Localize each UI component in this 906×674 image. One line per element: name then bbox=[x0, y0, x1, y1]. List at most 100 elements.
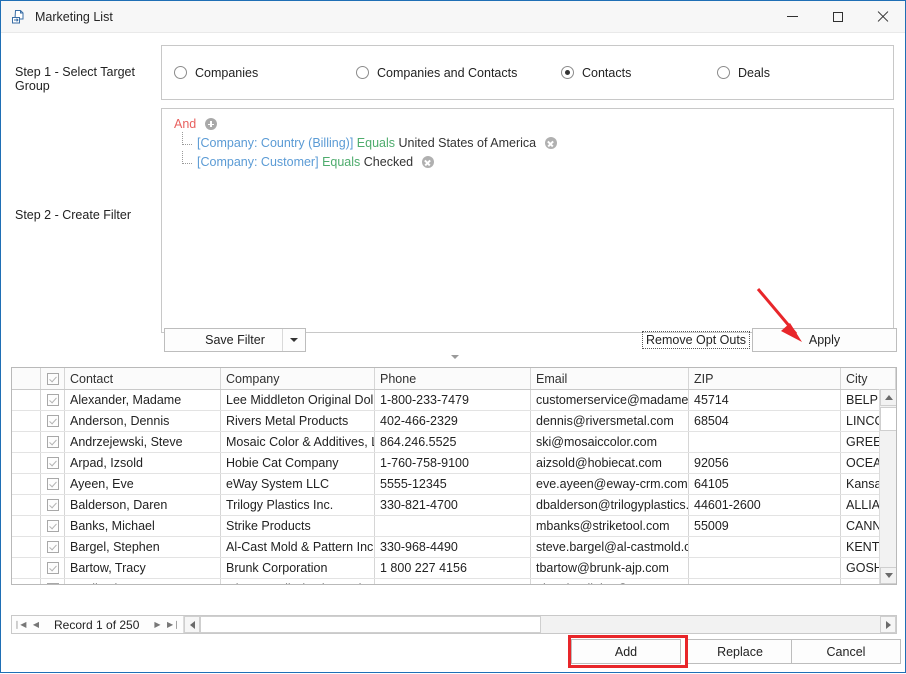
scroll-left-button[interactable] bbox=[184, 616, 201, 633]
cell-email[interactable]: glennbeallplas@msn.com bbox=[530, 578, 689, 584]
cell-contact[interactable]: Balderson, Daren bbox=[64, 494, 221, 516]
cell-zip[interactable] bbox=[688, 557, 841, 579]
grid-horizontal-scrollbar[interactable] bbox=[183, 616, 896, 633]
filter-value[interactable]: Checked bbox=[364, 155, 413, 169]
cell-company[interactable]: Strike Products bbox=[220, 515, 375, 537]
filter-operator[interactable]: Equals bbox=[357, 136, 395, 150]
cell-zip[interactable] bbox=[688, 578, 841, 584]
cell-company[interactable]: Trilogy Plastics Inc. bbox=[220, 494, 375, 516]
cell-phone[interactable]: 5555-12345 bbox=[374, 473, 531, 495]
row-select-cell[interactable] bbox=[40, 536, 65, 558]
cell-contact[interactable]: Ayeen, Eve bbox=[64, 473, 221, 495]
scroll-right-button[interactable] bbox=[880, 616, 896, 633]
row-select-cell[interactable] bbox=[40, 578, 65, 584]
grid-vertical-scrollbar[interactable] bbox=[879, 389, 896, 584]
filter-field[interactable]: [Company: Customer] bbox=[197, 155, 319, 169]
cell-zip[interactable]: 44601-2600 bbox=[688, 494, 841, 516]
row-indicator-cell[interactable] bbox=[12, 494, 41, 516]
row-select-cell[interactable] bbox=[40, 431, 65, 453]
scroll-down-button[interactable] bbox=[880, 567, 896, 584]
save-filter-dropdown[interactable] bbox=[282, 329, 305, 351]
table-row[interactable]: Anderson, Dennis Rivers Metal Products 402… bbox=[12, 410, 896, 432]
column-header-company[interactable]: Company bbox=[220, 368, 375, 390]
contacts-grid[interactable]: Contact Company Phone Email ZIP City Ale… bbox=[11, 367, 897, 585]
row-select-checkbox[interactable] bbox=[46, 415, 59, 427]
close-button[interactable] bbox=[860, 1, 905, 32]
row-select-checkbox[interactable] bbox=[46, 457, 59, 469]
cell-email[interactable]: dbalderson@trilogyplastics.... bbox=[530, 494, 689, 516]
table-row[interactable]: Banks, Michael Strike Products mbanks@stri… bbox=[12, 515, 896, 537]
cell-phone[interactable]: 1 847 549 9970 bbox=[374, 578, 531, 584]
row-indicator-cell[interactable] bbox=[12, 515, 41, 537]
cell-phone[interactable]: 330-968-4490 bbox=[374, 536, 531, 558]
cell-email[interactable]: tbartow@brunk-ajp.com bbox=[530, 557, 689, 579]
cell-email[interactable]: aizsold@hobiecat.com bbox=[530, 452, 689, 474]
cell-zip[interactable]: 64105 bbox=[688, 473, 841, 495]
replace-button[interactable]: Replace bbox=[685, 639, 795, 664]
cell-company[interactable]: Hobie Cat Company bbox=[220, 452, 375, 474]
cell-email[interactable]: eve.ayeen@eway-crm.com bbox=[530, 473, 689, 495]
filter-operator[interactable]: Equals bbox=[322, 155, 360, 169]
cell-company[interactable]: Glenn Beall Plastics, Ltd. bbox=[220, 578, 375, 584]
row-select-checkbox[interactable] bbox=[46, 583, 59, 584]
row-select-checkbox[interactable] bbox=[46, 520, 59, 532]
row-select-checkbox[interactable] bbox=[46, 478, 59, 490]
radio-companies-and-contacts[interactable]: Companies and Contacts bbox=[356, 66, 561, 80]
row-select-cell[interactable] bbox=[40, 389, 65, 411]
row-select-checkbox[interactable] bbox=[46, 394, 59, 406]
row-indicator-cell[interactable] bbox=[12, 536, 41, 558]
remove-condition-icon[interactable] bbox=[544, 137, 557, 149]
horizontal-scroll-thumb[interactable] bbox=[200, 616, 542, 633]
scroll-up-button[interactable] bbox=[880, 389, 896, 406]
cell-phone[interactable]: 330-821-4700 bbox=[374, 494, 531, 516]
cancel-button[interactable]: Cancel bbox=[791, 639, 901, 664]
cell-company[interactable]: Al-Cast Mold & Pattern Inc. bbox=[220, 536, 375, 558]
cell-company[interactable]: Rivers Metal Products bbox=[220, 410, 375, 432]
row-select-cell[interactable] bbox=[40, 515, 65, 537]
table-row[interactable]: Bargel, Stephen Al-Cast Mold & Pattern In… bbox=[12, 536, 896, 558]
row-select-cell[interactable] bbox=[40, 452, 65, 474]
select-all-header[interactable] bbox=[40, 368, 65, 390]
column-header-email[interactable]: Email bbox=[530, 368, 689, 390]
cell-company[interactable]: Mosaic Color & Additives, LLC bbox=[220, 431, 375, 453]
cell-email[interactable]: ski@mosaiccolor.com bbox=[530, 431, 689, 453]
cell-email[interactable]: customerservice@madamea... bbox=[530, 389, 689, 411]
cell-contact[interactable]: Beall, Glenn bbox=[64, 578, 221, 584]
filter-condition-row[interactable]: [Company: Country (Billing)] Equals Unit… bbox=[180, 132, 893, 150]
cell-contact[interactable]: Banks, Michael bbox=[64, 515, 221, 537]
cell-contact[interactable]: Bartow, Tracy bbox=[64, 557, 221, 579]
table-row[interactable]: Ayeen, Eve eWay System LLC 5555-12345 eve.a… bbox=[12, 473, 896, 495]
row-select-cell[interactable] bbox=[40, 473, 65, 495]
cell-contact[interactable]: Bargel, Stephen bbox=[64, 536, 221, 558]
cell-phone[interactable]: 1-800-233-7479 bbox=[374, 389, 531, 411]
remove-opt-outs-group[interactable]: Remove Opt Outs bbox=[642, 331, 769, 349]
cell-phone[interactable] bbox=[374, 515, 531, 537]
table-row[interactable]: Andrzejewski, Steve Mosaic Color & Additi… bbox=[12, 431, 896, 453]
column-header-contact[interactable]: Contact bbox=[64, 368, 221, 390]
cell-zip[interactable] bbox=[688, 431, 841, 453]
last-record-button[interactable]: ▶❘ bbox=[165, 616, 181, 633]
row-select-checkbox[interactable] bbox=[46, 436, 59, 448]
table-row[interactable]: Bartow, Tracy Brunk Corporation 1 800 227 … bbox=[12, 557, 896, 579]
next-record-button[interactable]: ▶ bbox=[149, 616, 165, 633]
row-select-cell[interactable] bbox=[40, 557, 65, 579]
add-condition-icon[interactable] bbox=[204, 118, 217, 130]
table-row[interactable]: Balderson, Daren Trilogy Plastics Inc. 330… bbox=[12, 494, 896, 516]
first-record-button[interactable]: ❘◀ bbox=[12, 616, 28, 633]
row-select-cell[interactable] bbox=[40, 494, 65, 516]
column-header-city[interactable]: City bbox=[840, 368, 896, 390]
row-indicator-cell[interactable] bbox=[12, 578, 41, 584]
apply-button[interactable]: Apply bbox=[752, 328, 897, 352]
row-indicator-cell[interactable] bbox=[12, 410, 41, 432]
minimize-button[interactable] bbox=[770, 1, 815, 32]
cell-contact[interactable]: Arpad, Izsold bbox=[64, 452, 221, 474]
row-select-cell[interactable] bbox=[40, 410, 65, 432]
radio-contacts[interactable]: Contacts bbox=[561, 66, 717, 80]
row-indicator-cell[interactable] bbox=[12, 473, 41, 495]
column-header-phone[interactable]: Phone bbox=[374, 368, 531, 390]
cell-company[interactable]: Brunk Corporation bbox=[220, 557, 375, 579]
cell-company[interactable]: eWay System LLC bbox=[220, 473, 375, 495]
cell-contact[interactable]: Andrzejewski, Steve bbox=[64, 431, 221, 453]
row-indicator-cell[interactable] bbox=[12, 557, 41, 579]
filter-value[interactable]: United States of America bbox=[399, 136, 537, 150]
